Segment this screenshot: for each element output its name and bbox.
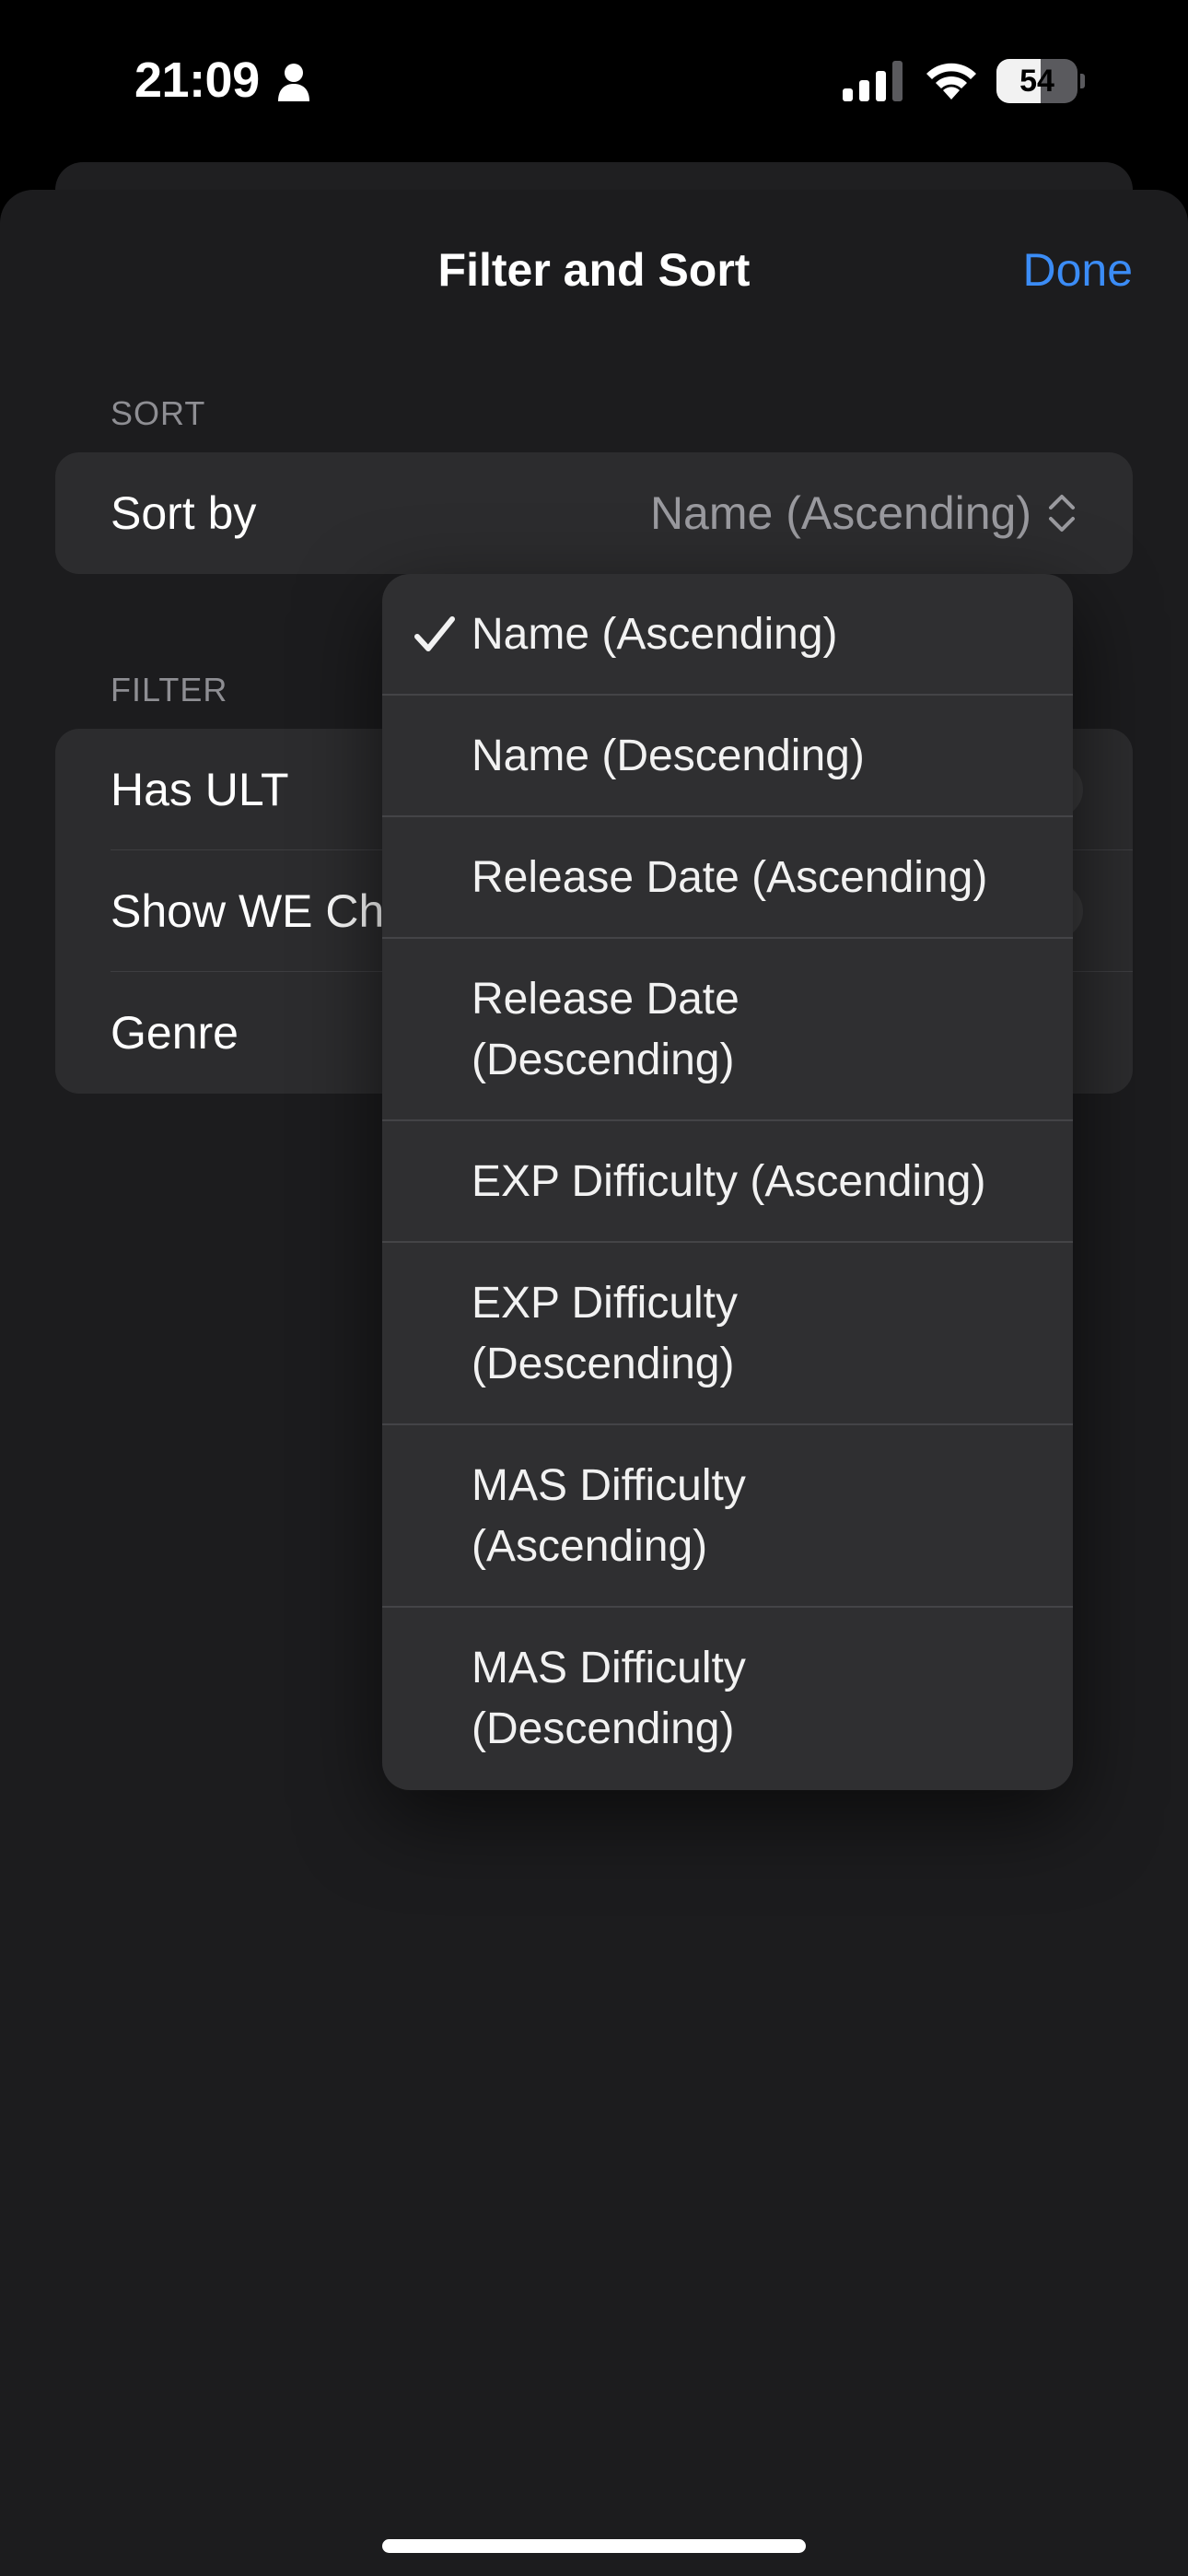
checkmark-icon xyxy=(414,616,455,651)
menu-item-label: Release Date (Descending) xyxy=(472,975,740,1084)
cellular-signal-icon xyxy=(843,61,903,101)
menu-item-name-descending[interactable]: Name (Descending) xyxy=(382,696,1073,817)
filter-row-label: Genre xyxy=(111,1007,239,1059)
menu-item-name-ascending[interactable]: Name (Ascending) xyxy=(382,574,1073,696)
wifi-icon xyxy=(926,63,976,100)
sheet-title: Filter and Sort xyxy=(437,244,751,296)
sort-by-value: Name (Ascending) xyxy=(649,487,1031,539)
menu-item-mas-difficulty-ascending[interactable]: MAS Difficulty (Ascending) xyxy=(382,1425,1073,1608)
menu-item-release-date-ascending[interactable]: Release Date (Ascending) xyxy=(382,817,1073,939)
battery-percent: 54 xyxy=(1019,64,1054,99)
battery-icon: 54 xyxy=(996,59,1085,103)
menu-item-label: Release Date (Ascending) xyxy=(472,853,988,902)
sort-options-menu: Name (Ascending) Name (Descending) Relea… xyxy=(382,574,1073,1790)
menu-item-release-date-descending[interactable]: Release Date (Descending) xyxy=(382,939,1073,1121)
menu-item-mas-difficulty-descending[interactable]: MAS Difficulty (Descending) xyxy=(382,1608,1073,1790)
menu-item-label: MAS Difficulty (Ascending) xyxy=(472,1461,746,1571)
person-icon xyxy=(278,64,309,101)
menu-item-exp-difficulty-ascending[interactable]: EXP Difficulty (Ascending) xyxy=(382,1121,1073,1243)
chevron-up-down-icon xyxy=(1049,495,1075,532)
status-bar: 21:09 54 xyxy=(0,0,1188,161)
menu-item-label: Name (Descending) xyxy=(472,732,865,780)
menu-item-label: MAS Difficulty (Descending) xyxy=(472,1644,746,1753)
status-time: 21:09 xyxy=(134,53,260,108)
menu-item-exp-difficulty-descending[interactable]: EXP Difficulty (Descending) xyxy=(382,1243,1073,1425)
done-button[interactable]: Done xyxy=(1022,243,1133,297)
filter-section-header: FILTER xyxy=(111,671,228,708)
sort-by-label: Sort by xyxy=(111,487,257,539)
sort-section-header: SORT xyxy=(111,394,206,432)
menu-item-label: EXP Difficulty (Descending) xyxy=(472,1279,739,1388)
filter-row-label: Has ULT xyxy=(111,764,289,815)
filter-row-label: Show WE Ch xyxy=(111,885,385,937)
menu-item-label: EXP Difficulty (Ascending) xyxy=(472,1157,986,1206)
sort-by-row[interactable]: Sort by Name (Ascending) xyxy=(55,452,1133,574)
home-indicator[interactable] xyxy=(382,2539,806,2553)
sort-group: Sort by Name (Ascending) xyxy=(55,452,1133,574)
menu-item-label: Name (Ascending) xyxy=(472,610,838,659)
